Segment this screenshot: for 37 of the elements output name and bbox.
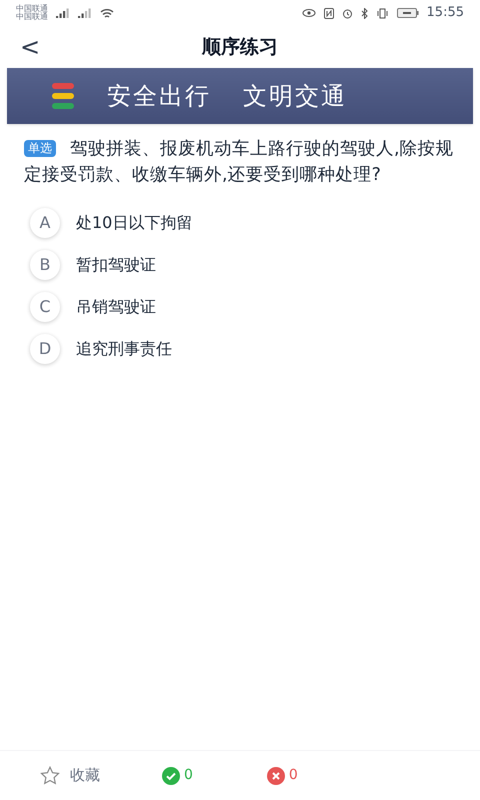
clock-text: 15:55 [426,4,464,22]
option-letter: A [30,208,60,238]
option-letter: C [30,292,60,322]
question-text: 单选 驾驶拼装、报废机动车上路行驶的驾驶人,除按规定接受罚款、收缴车辆外,还要受到哪种处理? [24,138,455,187]
back-button[interactable]: < [20,35,40,59]
check-circle-icon [162,766,180,784]
wifi-icon [100,8,114,18]
carrier-text: 中国联通 [16,5,48,13]
alarm-icon [342,8,353,18]
signal-icon [78,8,92,18]
page-title: 顺序练习 [202,34,278,60]
option-letter: B [30,250,60,280]
answer-option[interactable]: B 暂扣驾驶证 [30,250,456,280]
option-letter: D [30,334,60,364]
vibrate-icon [376,8,389,18]
star-icon [40,766,60,785]
wrong-count: 0 [288,766,298,785]
answer-option[interactable]: D 追究刑事责任 [30,334,456,364]
option-text: 暂扣驾驶证 [76,254,156,276]
eye-icon [302,8,316,18]
banner-slogan: 安全出行 [107,81,211,112]
banner-slogan: 文明交通 [243,81,347,112]
correct-count: 0 [184,766,193,785]
traffic-light-icon [51,82,75,110]
battery-icon [396,8,419,18]
carrier-text: 中国联通 [16,13,48,21]
answer-option[interactable]: C 吊销驾驶证 [30,292,456,322]
cross-circle-icon [266,766,285,784]
option-text: 吊销驾驶证 [76,296,156,318]
signal-icon [56,8,70,18]
favorite-button[interactable]: 收藏 [40,764,100,787]
bluetooth-icon [360,8,368,18]
option-text: 处10日以下拘留 [76,212,192,234]
option-text: 追究刑事责任 [76,338,172,360]
nfc-icon [324,8,334,18]
question-type-badge: 单选 [24,140,56,157]
answer-option[interactable]: A 处10日以下拘留 [30,208,456,238]
